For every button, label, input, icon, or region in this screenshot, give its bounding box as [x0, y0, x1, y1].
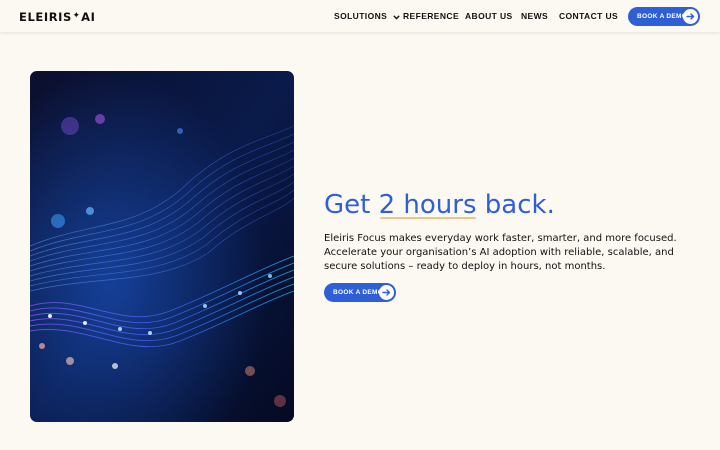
headline-highlight-text: 2 hours — [378, 190, 477, 220]
chevron-down-icon — [393, 12, 400, 22]
headline-suffix: back. — [476, 190, 555, 220]
nav-item-about-us[interactable]: ABOUT US — [465, 11, 513, 23]
nav-solutions-label: SOLUTIONS — [334, 11, 388, 21]
book-demo-button-header[interactable]: BOOK A DEMO — [628, 7, 700, 26]
logo-text-right: AI — [81, 10, 96, 24]
nav-item-reference[interactable]: REFERENCE — [403, 11, 459, 23]
highlight-underline — [379, 217, 476, 219]
book-demo-label: BOOK A DEMO — [637, 13, 688, 20]
light-waves-illustration — [30, 71, 294, 422]
logo[interactable]: ELEIRIS✦AI — [19, 10, 95, 24]
logo-spark-icon: ✦ — [72, 11, 81, 21]
book-demo-button-hero[interactable]: BOOK A DEMO — [324, 283, 396, 302]
hero-headline: Get 2 hours back. — [324, 190, 555, 220]
headline-highlight: 2 hours — [379, 190, 477, 220]
headline-prefix: Get — [324, 190, 379, 220]
hero-image — [30, 71, 294, 422]
nav-item-contact-us[interactable]: CONTACT US — [559, 11, 618, 23]
nav-item-news[interactable]: NEWS — [521, 11, 548, 23]
arrow-right-icon — [379, 285, 394, 300]
book-demo-label: BOOK A DEMO — [333, 289, 384, 296]
nav-item-solutions[interactable]: SOLUTIONS — [334, 11, 400, 23]
site-header: ELEIRIS✦AI SOLUTIONS REFERENCE ABOUT US … — [0, 0, 720, 32]
logo-text-left: ELEIRIS — [19, 10, 72, 24]
arrow-right-icon — [683, 9, 698, 24]
hero-description: Eleiris Focus makes everyday work faster… — [324, 233, 677, 272]
